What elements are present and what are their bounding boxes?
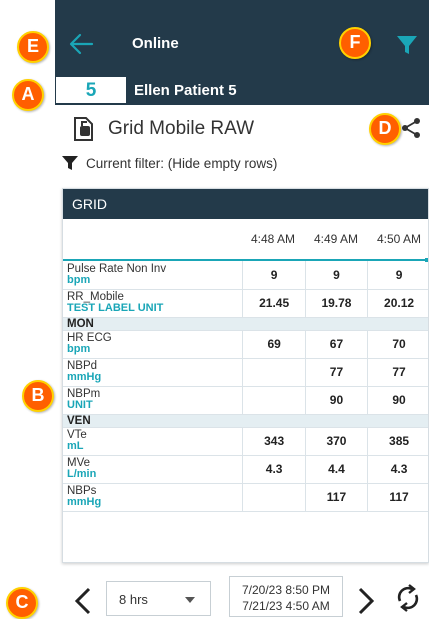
time-header-row: 4:48 AM 4:49 AM 4:50 AM [63, 219, 428, 262]
date-to: 7/21/23 4:50 AM [242, 599, 330, 613]
callout-d: D [369, 113, 401, 145]
value-cell[interactable] [242, 358, 306, 387]
document-icon [72, 117, 94, 141]
bed-number-box[interactable]: 5 [55, 76, 127, 104]
parameter-unit: L/min [67, 468, 97, 480]
value-cell[interactable] [242, 386, 306, 415]
top-bar [55, 0, 429, 75]
table-row: NBPm UNIT 90 90 [63, 386, 428, 415]
value-cell[interactable]: 77 [304, 358, 368, 387]
grid-panel: GRID 4:48 AM 4:49 AM 4:50 AM Pulse Rate … [62, 188, 429, 563]
table-row: RR_Mobile TEST LABEL UNIT 21.45 19.78 20.12 [63, 289, 428, 318]
value-cell[interactable]: 90 [367, 386, 428, 415]
value-cell[interactable]: 20.12 [367, 289, 428, 318]
group-row: MON [63, 317, 428, 331]
table-row: VTe mL 343 370 385 [63, 427, 428, 456]
value-cell[interactable]: 9 [304, 261, 368, 290]
parameter-unit: bpm [67, 343, 91, 355]
callout-f: F [339, 27, 371, 59]
parameter-cell: VTe mL [63, 427, 243, 456]
value-cell[interactable] [242, 483, 306, 512]
page-title: Grid Mobile RAW [108, 118, 255, 139]
value-cell[interactable]: 117 [304, 483, 368, 512]
parameter-cell: HR ECG bpm [63, 330, 243, 359]
table-row: NBPd mmHg 77 77 [63, 358, 428, 387]
back-arrow-icon[interactable] [68, 32, 94, 56]
value-cell[interactable]: 343 [242, 427, 306, 456]
value-cell[interactable]: 117 [367, 483, 428, 512]
parameter-unit: mmHg [67, 371, 102, 383]
filter-icon[interactable] [396, 34, 418, 56]
refresh-icon[interactable] [394, 583, 422, 613]
parameter-unit: UNIT [67, 399, 93, 411]
value-cell[interactable]: 385 [367, 427, 428, 456]
parameter-cell: MVe L/min [63, 455, 243, 484]
grid-title: GRID [63, 189, 428, 219]
value-cell[interactable]: 69 [242, 330, 306, 359]
value-cell[interactable]: 370 [304, 427, 368, 456]
parameter-cell: RR_Mobile TEST LABEL UNIT [63, 289, 243, 318]
table-row: MVe L/min 4.3 4.4 4.3 [63, 455, 428, 484]
table-row: NBPs mmHg 117 117 [63, 483, 428, 512]
filter-value: (Hide empty rows) [167, 155, 278, 171]
value-cell[interactable]: 90 [304, 386, 368, 415]
group-row: VEN [63, 414, 428, 428]
parameter-unit: TEST LABEL UNIT [67, 302, 164, 314]
parameter-unit: mmHg [67, 496, 102, 508]
callout-b: B [22, 380, 54, 412]
parameter-cell: NBPs mmHg [63, 483, 243, 512]
time-header: 4:49 AM [313, 232, 359, 246]
time-range-value: 8 hrs [119, 592, 148, 607]
value-cell[interactable]: 67 [304, 330, 368, 359]
parameter-name: Pulse Rate Non Inv [67, 262, 167, 275]
group-label: MON [63, 317, 428, 331]
parameter-cell: NBPd mmHg [63, 358, 243, 387]
parameter-cell: NBPm UNIT [63, 386, 243, 415]
table-row: HR ECG bpm 69 67 70 [63, 330, 428, 359]
value-cell[interactable]: 9 [242, 261, 306, 290]
bed-number: 5 [85, 80, 97, 101]
value-cell[interactable]: 4.3 [242, 455, 306, 484]
header-title: Online [132, 35, 179, 52]
value-cell[interactable]: 70 [367, 330, 428, 359]
chevron-right-icon[interactable] [357, 587, 375, 615]
date-from: 7/20/23 8:50 PM [241, 583, 331, 597]
time-range-select[interactable]: 8 hrs [106, 581, 211, 616]
parameter-cell: Pulse Rate Non Inv bpm [63, 261, 243, 290]
callout-e: E [17, 31, 49, 63]
value-cell[interactable]: 9 [367, 261, 428, 290]
callout-a: A [12, 79, 44, 111]
group-label: VEN [63, 414, 428, 428]
grid-table: Pulse Rate Non Inv bpm 9 9 9 RR_Mobile TEST LA… [63, 261, 428, 512]
filter-label: Current filter: [86, 155, 165, 171]
callout-c: C [6, 587, 38, 619]
value-cell[interactable]: 4.4 [304, 455, 368, 484]
chevron-left-icon[interactable] [74, 587, 92, 615]
time-header: 4:50 AM [376, 232, 422, 246]
share-icon[interactable] [400, 117, 422, 139]
value-cell[interactable]: 4.3 [367, 455, 428, 484]
current-filter: Current filter: (Hide empty rows) [62, 155, 277, 171]
value-cell[interactable]: 21.45 [242, 289, 306, 318]
time-header: 4:48 AM [250, 232, 296, 246]
table-row: Pulse Rate Non Inv bpm 9 9 9 [63, 261, 428, 290]
filter-icon [62, 156, 78, 170]
value-cell[interactable]: 19.78 [304, 289, 368, 318]
parameter-unit: bpm [67, 273, 91, 286]
parameter-unit: mL [67, 440, 84, 452]
chevron-down-icon [185, 597, 195, 603]
patient-name: Ellen Patient 5 [134, 82, 237, 99]
value-cell[interactable]: 77 [367, 358, 428, 387]
date-range[interactable]: 7/20/23 8:50 PM 7/21/23 4:50 AM [229, 576, 343, 617]
